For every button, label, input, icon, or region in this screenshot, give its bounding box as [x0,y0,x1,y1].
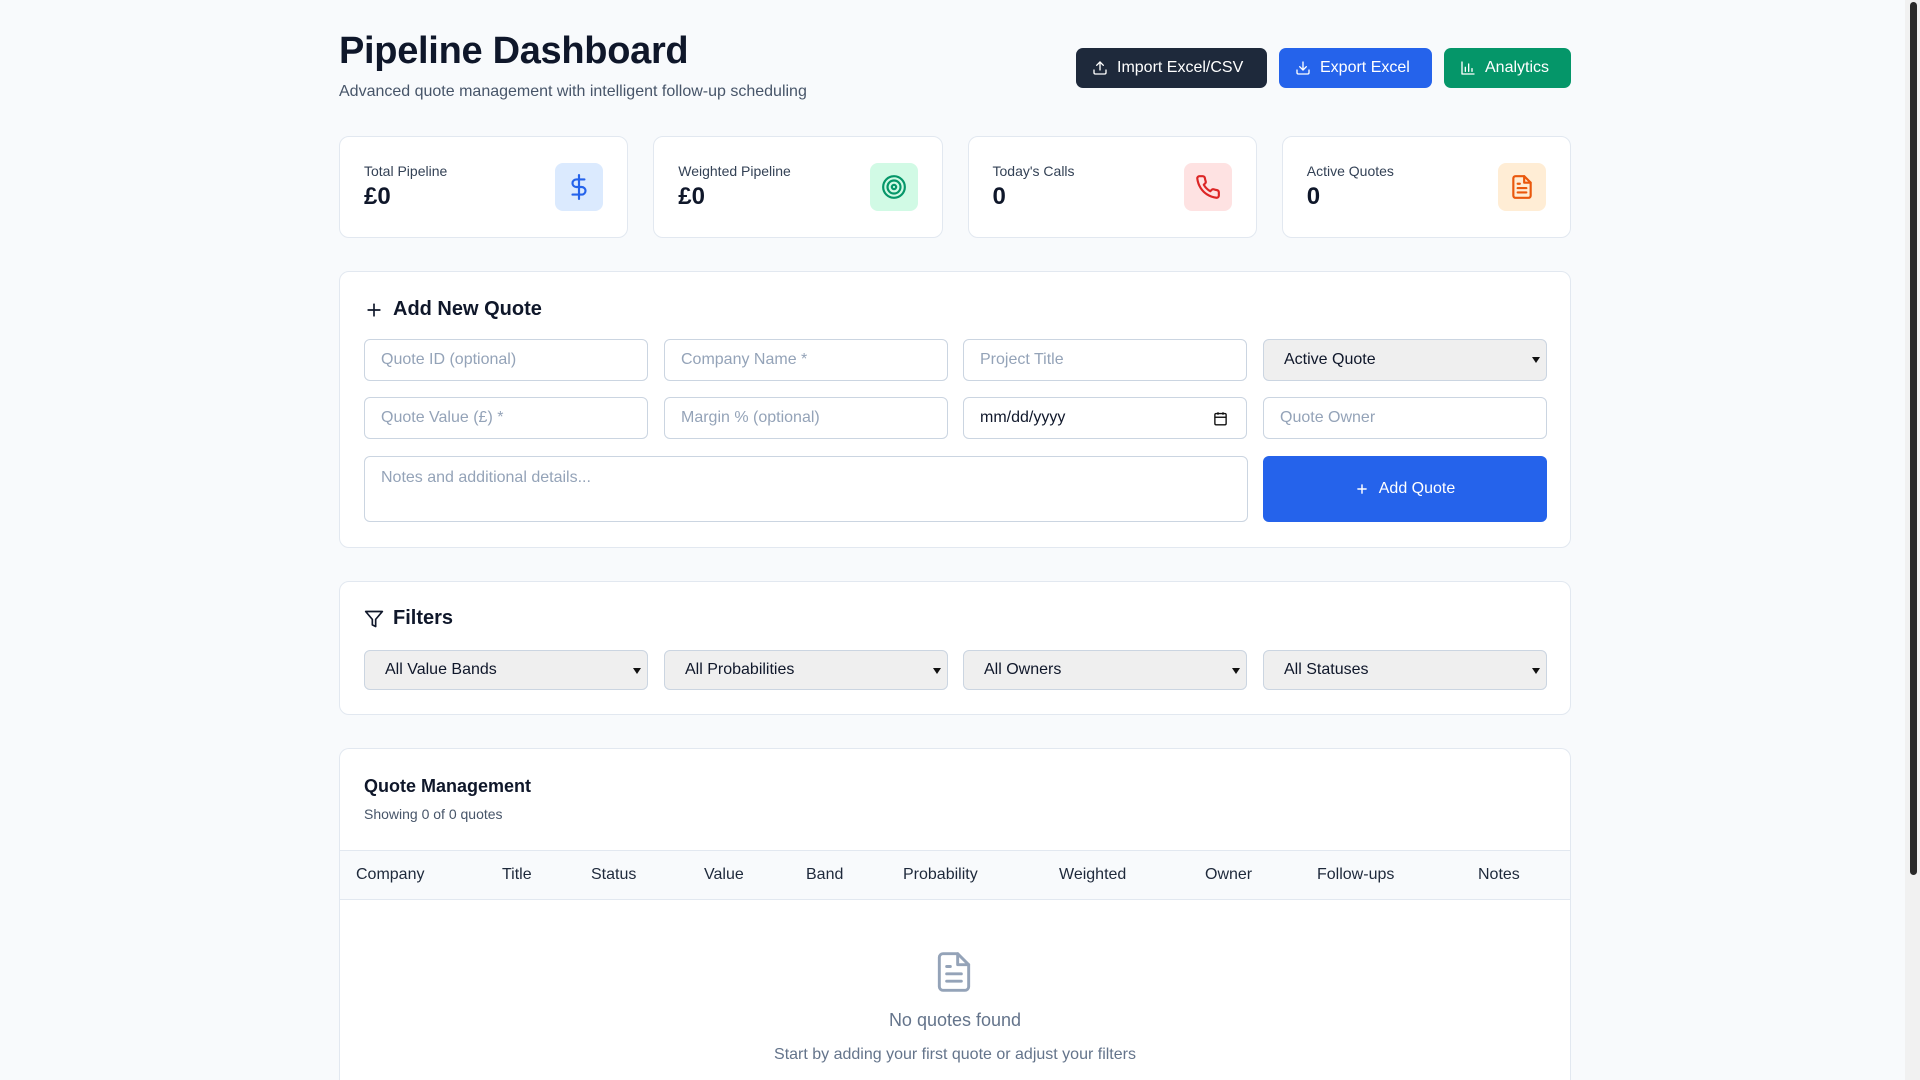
add-quote-heading: Add New Quote [364,298,542,321]
add-quote-button-label: Add Quote [1378,480,1456,497]
column-header-probability[interactable]: Probability [903,866,978,884]
column-header-owner[interactable]: Owner [1205,866,1252,884]
stat-label: Total Pipeline [364,163,448,179]
column-header-band[interactable]: Band [806,866,843,884]
empty-state-subtitle: Start by adding your first quote or adju… [774,1046,1136,1063]
project-title-input[interactable] [963,339,1247,381]
column-header-status[interactable]: Status [591,866,636,884]
stat-value: £0 [678,183,705,210]
status-filter[interactable]: All Statuses [1263,650,1547,690]
notes-textarea[interactable] [364,456,1248,522]
empty-state-title: No quotes found [888,1010,1022,1030]
download-icon [1296,61,1310,75]
plus-icon [1356,484,1367,494]
analytics-button[interactable]: Analytics [1444,48,1571,88]
add-quote-card: Add New Quote Active Quote mm/dd/yyyy Ad… [339,271,1571,548]
header-actions: Import Excel/CSV Export Excel Analytics [1076,48,1571,88]
quote-owner-input[interactable] [1263,397,1547,439]
stat-value: 0 [992,183,1006,210]
chevron-down-icon [1232,668,1240,674]
column-header-title[interactable]: Title [502,866,532,884]
add-quote-button[interactable]: Add Quote [1263,456,1547,522]
column-header-notes[interactable]: Notes [1478,866,1520,884]
target-icon [869,163,918,211]
owner-filter-value: All Owners [984,661,1062,678]
stat-card-total-pipeline: Total Pipeline £0 [339,136,629,238]
calendar-icon[interactable] [1213,411,1228,426]
upload-icon [1093,61,1107,75]
chevron-down-icon [1532,357,1540,363]
stat-label: Active Quotes [1306,163,1394,179]
date-input-value: mm/dd/yyyy [980,409,1066,426]
analytics-button-label: Analytics [1485,59,1550,76]
owner-filter[interactable]: All Owners [963,650,1247,690]
filter-icon [364,610,384,627]
table-header: Company Title Status Value Band Probabil… [340,850,1570,900]
export-button-label: Export Excel [1320,59,1410,76]
status-select-value: Active Quote [1284,351,1376,368]
column-header-follow-ups[interactable]: Follow-ups [1317,866,1394,884]
probability-filter-value: All Probabilities [685,661,795,678]
column-header-value[interactable]: Value [704,866,744,884]
scrollbar-thumb[interactable] [1910,2,1917,875]
export-button[interactable]: Export Excel [1279,48,1432,88]
chevron-down-icon [1532,668,1540,674]
value-band-filter[interactable]: All Value Bands [364,650,648,690]
quote-value-input[interactable] [364,397,648,439]
page-subtitle: Advanced quote management with intellige… [339,83,807,100]
quote-id-input[interactable] [364,339,648,381]
probability-filter[interactable]: All Probabilities [664,650,948,690]
phone-icon [1183,163,1232,211]
value-band-filter-value: All Value Bands [385,661,497,678]
filters-heading: Filters [364,607,453,630]
column-header-weighted[interactable]: Weighted [1059,866,1126,884]
stats-row: Total Pipeline £0 Weighted Pipeline £0 T… [339,136,1571,238]
stat-card-todays-calls: Today's Calls 0 [967,136,1257,238]
add-quote-title: Add New Quote [393,298,542,320]
chevron-down-icon [633,668,641,674]
page-header: Pipeline Dashboard Advanced quote manage… [339,0,1571,136]
stat-label: Weighted Pipeline [678,163,791,179]
quote-management-card: Quote Management Showing 0 of 0 quotes C… [339,748,1571,1080]
quote-count-text: Showing 0 of 0 quotes [364,806,503,822]
chevron-down-icon [933,668,941,674]
stat-card-active-quotes: Active Quotes 0 [1281,136,1571,238]
stat-card-weighted-pipeline: Weighted Pipeline £0 [653,136,943,238]
quote-management-title: Quote Management [364,776,532,796]
import-button-label: Import Excel/CSV [1117,59,1244,76]
filters-title: Filters [393,607,454,629]
status-filter-value: All Statuses [1284,661,1369,678]
status-select[interactable]: Active Quote [1263,339,1547,381]
bar-chart-icon [1461,61,1475,75]
company-name-input[interactable] [664,339,948,381]
document-icon [1498,163,1546,211]
date-input[interactable]: mm/dd/yyyy [963,397,1247,439]
stat-value: £0 [364,183,391,210]
import-button[interactable]: Import Excel/CSV [1076,48,1267,88]
document-icon [937,952,971,992]
page-title: Pipeline Dashboard [339,30,689,72]
dashboard-page: Pipeline Dashboard Advanced quote manage… [339,0,1571,1080]
stat-label: Today's Calls [992,163,1075,179]
margin-input[interactable] [664,397,948,439]
plus-icon [367,302,381,317]
column-header-company[interactable]: Company [356,866,424,884]
page-scrollbar[interactable] [1905,0,1920,1080]
filters-card: Filters All Value Bands All Probabilitie… [339,581,1571,715]
dollar-icon [555,163,604,211]
stat-value: 0 [1306,183,1321,210]
